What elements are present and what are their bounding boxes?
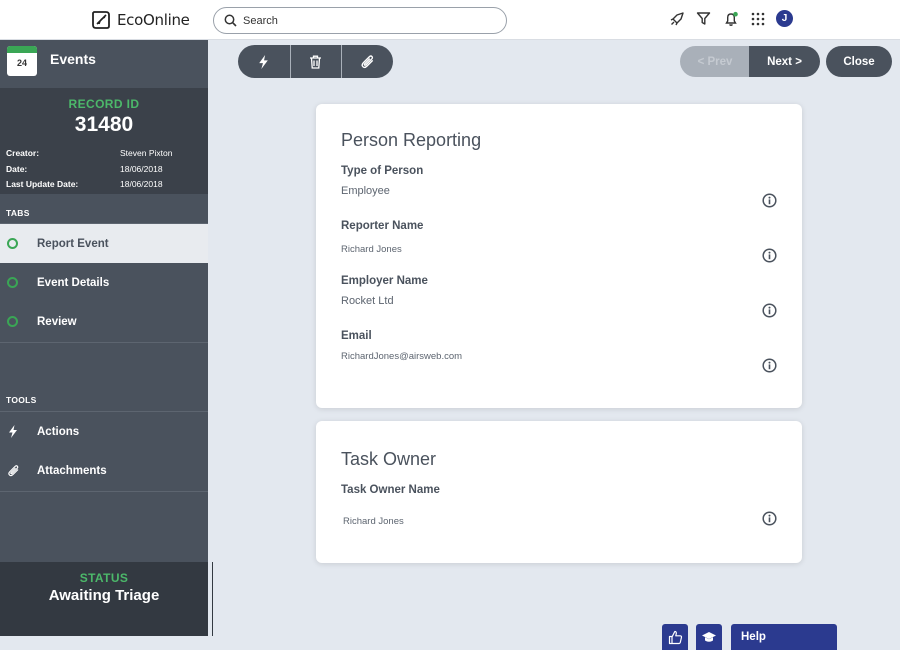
field-label-type-of-person: Type of Person	[341, 165, 424, 177]
meta-creator-value: Steven Pixton	[120, 148, 173, 158]
field-value-reporter-name[interactable]: Richard Jones	[341, 244, 402, 255]
calendar-icon: 24	[7, 46, 37, 76]
status-label: STATUS	[79, 571, 129, 585]
search-box[interactable]	[213, 7, 507, 34]
record-id-value: 31480	[74, 113, 134, 136]
status-ring-icon	[7, 277, 18, 288]
attach-button[interactable]	[341, 45, 393, 78]
divider	[0, 491, 208, 492]
tab-label: Review	[37, 315, 77, 328]
lightning-icon	[6, 425, 20, 439]
tab-report-event[interactable]: Report Event	[0, 224, 208, 263]
status-panel: STATUS Awaiting Triage	[0, 562, 213, 636]
meta-last-update-value: 18/06/2018	[120, 179, 163, 189]
record-panel: RECORD ID 31480 Creator: Steven Pixton D…	[0, 88, 208, 194]
tool-label: Attachments	[37, 464, 107, 477]
action-toolbar	[238, 45, 393, 78]
field-value-type-of-person[interactable]: Employee	[341, 185, 390, 197]
tool-attachments[interactable]: Attachments	[0, 451, 208, 490]
tabs-section-label: TABS	[6, 208, 30, 218]
search-icon	[224, 14, 237, 27]
field-value-task-owner-name[interactable]: Richard Jones	[343, 516, 404, 527]
status-value: Awaiting Triage	[48, 587, 160, 604]
calendar-day: 24	[16, 58, 27, 68]
filter-icon[interactable]	[695, 10, 712, 27]
record-id-label: RECORD ID	[68, 97, 140, 111]
bell-icon[interactable]	[722, 10, 739, 27]
info-icon[interactable]	[762, 358, 777, 373]
field-value-employer-name[interactable]: Rocket Ltd	[341, 295, 394, 307]
field-label-task-owner-name: Task Owner Name	[341, 484, 440, 496]
meta-last-update-label: Last Update Date:	[6, 179, 79, 189]
graduation-cap-icon	[702, 632, 716, 642]
brand-logo[interactable]: EcoOnline	[90, 9, 190, 31]
tool-actions[interactable]: Actions	[0, 412, 208, 451]
info-icon[interactable]	[762, 248, 777, 263]
brand-name: EcoOnline	[117, 11, 190, 29]
task-owner-card: Task Owner Task Owner Name Richard Jones	[316, 421, 802, 563]
tab-label: Report Event	[37, 237, 109, 250]
info-icon[interactable]	[762, 193, 777, 208]
field-label-employer-name: Employer Name	[341, 275, 428, 287]
info-icon[interactable]	[762, 303, 777, 318]
field-label-reporter-name: Reporter Name	[341, 220, 424, 232]
search-input[interactable]	[243, 14, 483, 27]
next-button[interactable]: Next >	[749, 46, 820, 77]
paperclip-icon	[361, 55, 374, 69]
field-label-email: Email	[341, 330, 372, 342]
feedback-button[interactable]	[662, 624, 688, 650]
field-value-email[interactable]: RichardJones@airsweb.com	[341, 351, 462, 362]
top-icons: J	[668, 10, 793, 27]
module-title: Events	[50, 51, 96, 67]
card-title: Task Owner	[341, 449, 437, 469]
person-reporting-card: Person Reporting Type of Person Employee…	[316, 104, 802, 408]
status-ring-icon	[7, 238, 18, 249]
tab-event-details[interactable]: Event Details	[0, 263, 208, 302]
meta-date-label: Date:	[6, 164, 28, 174]
delete-button[interactable]	[289, 45, 342, 78]
trash-icon	[310, 55, 322, 69]
close-button[interactable]: Close	[826, 46, 892, 77]
tools-section-label: TOOLS	[6, 395, 37, 405]
thumbs-up-icon	[668, 630, 682, 644]
help-button[interactable]: Help	[731, 624, 837, 650]
status-ring-icon	[7, 316, 18, 327]
meta-date-value: 18/06/2018	[120, 164, 163, 174]
sidebar-header: 24 Events	[0, 40, 208, 88]
tab-label: Event Details	[37, 276, 110, 289]
tool-label: Actions	[37, 425, 80, 438]
prev-button[interactable]: < Prev	[680, 46, 750, 77]
paperclip-icon	[6, 464, 20, 478]
card-title: Person Reporting	[341, 130, 482, 150]
actions-button[interactable]	[238, 45, 290, 78]
sidebar: 24 Events RECORD ID 31480 Creator: Steve…	[0, 40, 213, 636]
tab-review[interactable]: Review	[0, 302, 208, 341]
ecoonline-logo-icon	[92, 11, 110, 29]
sidebar-divider	[208, 40, 212, 636]
top-bar: EcoOnline J	[0, 0, 900, 40]
user-avatar[interactable]: J	[776, 10, 793, 27]
training-button[interactable]	[696, 624, 722, 650]
meta-creator-label: Creator:	[6, 148, 40, 158]
divider	[0, 342, 208, 343]
lightning-icon	[259, 54, 269, 69]
apps-grid-icon[interactable]	[749, 10, 766, 27]
info-icon[interactable]	[762, 511, 777, 526]
rocket-icon[interactable]	[668, 10, 685, 27]
